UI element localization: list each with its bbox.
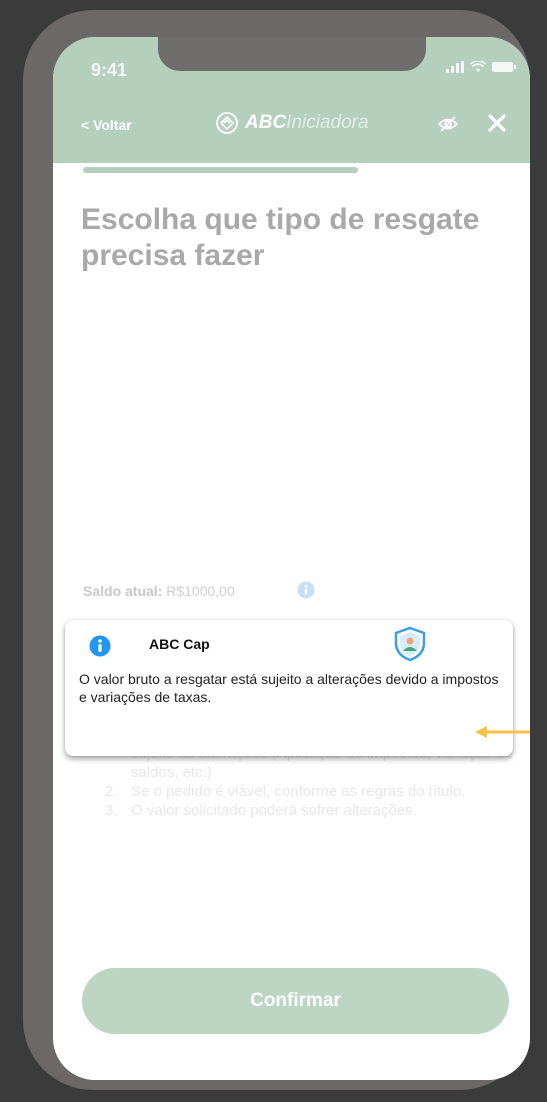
confirm-button[interactable]: Confirmar xyxy=(82,968,509,1034)
brand-name-light: Iniciadora xyxy=(286,112,369,133)
tooltip-title: ABC Cap xyxy=(149,636,210,652)
shield-user-icon xyxy=(393,626,427,667)
phone-screen: 9:41 < Voltar ABC Iniciadora Escolha que… xyxy=(53,37,530,1080)
info-tooltip: ABC Cap O valor bruto a resgatar está su… xyxy=(65,620,513,756)
app-header: 9:41 < Voltar ABC Iniciadora xyxy=(53,37,530,163)
battery-icon xyxy=(492,61,516,73)
list-item: 2. Se o pedido é viável, conforme as regr… xyxy=(105,783,466,800)
wifi-icon xyxy=(470,61,486,73)
abc-logo-icon xyxy=(215,111,239,135)
back-button[interactable]: < Voltar xyxy=(81,117,132,133)
progress-bar xyxy=(83,167,358,173)
status-time: 9:41 xyxy=(91,60,128,80)
arrow-left-icon xyxy=(475,725,530,744)
page-title: Escolha que tipo de resgate precisa faze… xyxy=(81,203,480,272)
phone-notch xyxy=(158,37,426,71)
balance-text: Saldo atual: R$1000,00 xyxy=(83,583,235,599)
info-icon[interactable] xyxy=(297,581,315,604)
hide-values-icon[interactable] xyxy=(437,115,459,138)
status-icons xyxy=(446,61,516,73)
signal-icon xyxy=(446,61,464,73)
tooltip-body: O valor bruto a resgatar está sujeito a … xyxy=(79,671,499,705)
brand-logo: ABC Iniciadora xyxy=(215,111,369,135)
close-icon[interactable] xyxy=(487,113,507,138)
brand-name-strong: ABC xyxy=(245,112,287,133)
info-icon xyxy=(89,635,111,662)
list-item: 3. O valor solicitado poderá sofrer alter… xyxy=(105,802,417,819)
balance-value: R$1000,00 xyxy=(166,583,235,599)
balance-label: Saldo atual: xyxy=(83,583,163,599)
